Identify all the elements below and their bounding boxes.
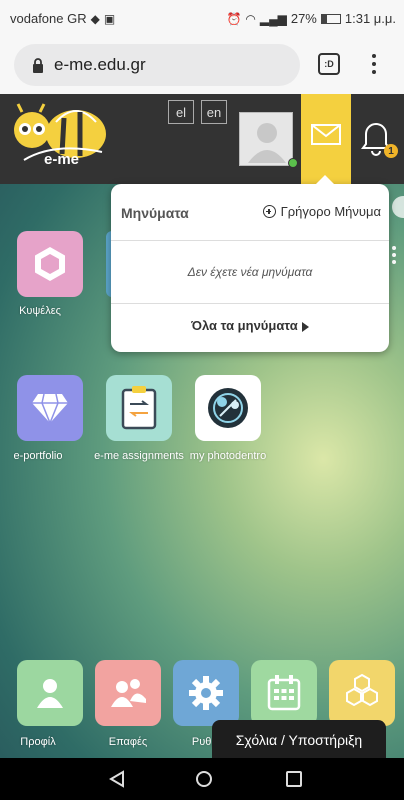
- notification-count-badge: 1: [384, 144, 398, 158]
- hexagon-icon: [35, 247, 65, 281]
- dock-tile-hives[interactable]: [329, 660, 395, 726]
- alarm-icon: ⏰: [226, 11, 242, 26]
- status-bar: vodafone GR ◆ ▣ ⏰ ◠ ▂▄▆ 27% 1:31 μ.μ.: [0, 0, 404, 36]
- back-icon[interactable]: [108, 770, 126, 788]
- android-nav-bar: [0, 758, 404, 800]
- honeycomb-icon: [346, 673, 378, 707]
- tab-switcher-button[interactable]: :D: [318, 53, 340, 75]
- add-circle-icon: [262, 205, 276, 218]
- battery-icon: [320, 13, 341, 24]
- assignment-clipboard-icon: [121, 386, 157, 430]
- app-tile-my-photodentro[interactable]: [195, 375, 261, 441]
- data-saver-icon: ◆: [90, 11, 100, 26]
- calendar-icon: [267, 675, 301, 711]
- url-text: e-me.edu.gr: [54, 55, 146, 74]
- svg-text:e-me: e-me: [44, 151, 79, 168]
- more-options-icon[interactable]: [392, 246, 398, 267]
- quick-message-button[interactable]: Γρήγορο Μήνυμα: [262, 204, 381, 219]
- divider: [111, 240, 389, 241]
- messages-tab[interactable]: [301, 94, 351, 184]
- dock-tile-profile[interactable]: [17, 660, 83, 726]
- dock-tile-contacts[interactable]: [95, 660, 161, 726]
- app-tile-e-portfolio[interactable]: [17, 375, 83, 441]
- app-label: Κυψέλες: [19, 305, 61, 317]
- all-messages-label: Όλα τα μηνύματα: [191, 318, 298, 333]
- divider: [111, 303, 389, 304]
- lock-icon: [33, 57, 43, 73]
- messages-title: Μηνύματα: [121, 205, 189, 221]
- app-tile-kypseles[interactable]: [17, 231, 83, 297]
- browser-toolbar: e-me.edu.gr :D: [0, 36, 404, 94]
- envelope-icon: [311, 124, 341, 145]
- avatar-placeholder-icon: [248, 123, 286, 163]
- app-label: my photodentro: [189, 450, 267, 462]
- carrier-label: vodafone GR: [10, 11, 87, 26]
- e-me-logo[interactable]: e-me: [8, 100, 120, 176]
- status-left: vodafone GR ◆ ▣: [10, 11, 115, 26]
- app-label: e-me assignments: [94, 450, 184, 462]
- quick-message-label: Γρήγορο Μήνυμα: [280, 204, 381, 219]
- clock: 1:31 μ.μ.: [344, 11, 396, 26]
- app-tile-e-me-assignments[interactable]: [106, 375, 172, 441]
- diamond-icon: [32, 393, 68, 426]
- home-icon[interactable]: [196, 771, 212, 787]
- lang-el-button[interactable]: el: [168, 100, 194, 124]
- dock-tile-calendar[interactable]: [251, 660, 317, 726]
- battery-percent: 27%: [290, 11, 317, 26]
- dock-tile-settings[interactable]: [173, 660, 239, 726]
- photodentro-icon: [208, 388, 248, 428]
- no-messages-text: Δεν έχετε νέα μηνύματα: [187, 265, 313, 279]
- lang-en-button[interactable]: en: [201, 100, 227, 124]
- user-avatar[interactable]: [239, 112, 293, 166]
- contacts-icon: [111, 679, 146, 707]
- online-status-dot: [288, 158, 298, 168]
- address-bar[interactable]: e-me.edu.gr: [14, 44, 300, 86]
- e-me-page: e-me el en 1 Κυψέλες e-portfolio e-me as…: [0, 94, 404, 758]
- side-toggle-button[interactable]: [392, 196, 404, 218]
- popup-arrow: [315, 175, 335, 185]
- feedback-support-button[interactable]: Σχόλια / Υποστήριξη: [212, 720, 386, 758]
- site-header: e-me el en 1: [0, 94, 404, 184]
- browser-menu-button[interactable]: [364, 50, 384, 78]
- wifi-icon: ◠: [245, 11, 256, 26]
- gear-icon: [189, 676, 223, 710]
- recents-icon[interactable]: [286, 771, 302, 787]
- dock-label: Προφίλ: [20, 736, 56, 748]
- app-label: e-portfolio: [13, 450, 63, 462]
- facebook-notification-icon: ▣: [103, 11, 116, 26]
- messages-popup: Μηνύματα Γρήγορο Μήνυμα Δεν έχετε νέα μη…: [111, 175, 389, 352]
- status-right: ⏰ ◠ ▂▄▆ 27% 1:31 μ.μ.: [226, 11, 396, 26]
- signal-icon: ▂▄▆: [259, 11, 287, 26]
- dock-label: Επαφές: [108, 736, 148, 748]
- person-icon: [37, 679, 63, 708]
- all-messages-link[interactable]: Όλα τα μηνύματα: [111, 318, 389, 333]
- play-arrow-icon: [301, 321, 309, 332]
